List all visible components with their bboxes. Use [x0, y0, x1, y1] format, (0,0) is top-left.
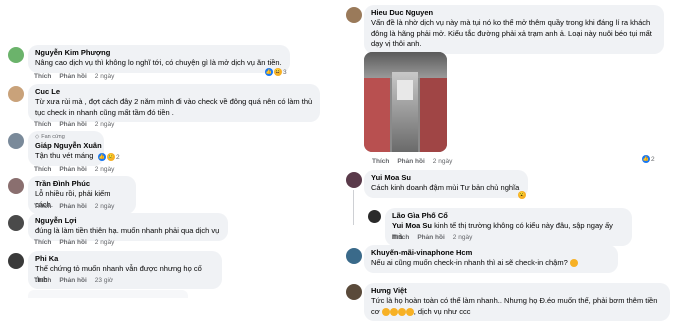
comment-bubble: Cuc Le Từ xưa rùi mà , đợt cách đây 2 nă… — [28, 84, 320, 122]
comment-text: Tức là họ hoàn toàn có thể làm nhanh.. N… — [371, 296, 658, 316]
like-reaction-icon: 👍 — [642, 155, 650, 163]
reply-link[interactable]: Phản hồi — [59, 121, 86, 128]
like-link[interactable]: Thích — [34, 166, 51, 173]
diamond-icon: ◇ — [35, 134, 40, 140]
comment-author[interactable]: Phi Ka — [35, 254, 215, 264]
avatar[interactable] — [8, 178, 24, 194]
comment-text: Nâng cao dịch vụ thì không lo nghĩ tới, … — [35, 58, 282, 67]
like-link[interactable]: Thích — [34, 121, 51, 128]
timestamp[interactable]: 2 ngày — [433, 158, 453, 165]
comment-author[interactable]: Trần Đình Phúc — [35, 179, 129, 189]
comment-bubble: Hưng Việt Tức là họ hoàn toàn có thể làm… — [364, 283, 670, 321]
like-link[interactable]: Thích — [34, 277, 51, 284]
avatar[interactable] — [346, 248, 362, 264]
comment-actions: Thích Phản hồi 2 ngày — [392, 234, 472, 241]
comment-actions: Thích Phản hồi 2 ngày — [34, 239, 114, 246]
reply-link[interactable]: Phản hồi — [417, 234, 444, 241]
comment-text: đúng là làm tiền thiên hạ. muốn nhanh ph… — [35, 226, 220, 235]
cabin-bins-right — [420, 78, 447, 152]
like-link[interactable]: Thích — [34, 239, 51, 246]
attached-photo[interactable] — [364, 52, 447, 152]
comment-author[interactable]: Khuyến-mãi-vinaphone Hcm — [371, 248, 611, 258]
comments-right-column: Hieu Duc Nguyen Vấn đề là nhờ dịch vụ nà… — [340, 0, 680, 327]
avatar[interactable] — [346, 7, 362, 23]
comment-bubble: Hieu Duc Nguyen Vấn đề là nhờ dịch vụ nà… — [364, 5, 664, 54]
timestamp[interactable]: 23 giờ — [95, 277, 113, 284]
reply-link[interactable]: Phản hồi — [397, 158, 424, 165]
comment-bubble: ◇ Fan cứng Giáp Nguyễn Xuân Tận thu vét m… — [28, 131, 104, 166]
comment-text: Nếu ai cũng muốn check-in nhanh thì ai s… — [371, 258, 611, 269]
comments-left-column: Nguyễn Kim Phượng Nâng cao dịch vụ thì k… — [0, 0, 340, 327]
avatar[interactable] — [8, 86, 24, 102]
mention-link[interactable]: Yui Moa Su — [392, 221, 432, 230]
avatar[interactable] — [8, 47, 24, 63]
like-reaction-icon: 👍 — [265, 68, 273, 76]
grin-emoji-icon — [569, 259, 578, 268]
reaction-summary[interactable]: 👍 😢 2 — [98, 153, 120, 161]
comment-author[interactable]: Cuc Le — [35, 87, 313, 97]
reply-link[interactable]: Phản hồi — [59, 73, 86, 80]
comment-actions: Thích Phản hồi 2 ngày — [34, 73, 114, 80]
avatar[interactable] — [346, 172, 362, 188]
comment-author[interactable]: Giáp Nguyễn Xuân — [35, 141, 102, 151]
comment-actions: Thích Phản hồi 2 ngày — [34, 166, 114, 173]
grimace-emoji-icon — [397, 307, 406, 316]
reply-link[interactable]: Phản hồi — [59, 203, 86, 210]
avatar[interactable] — [8, 215, 24, 231]
comment-bubble: Nguyễn Kim Phượng Nâng cao dịch vụ thì k… — [28, 45, 290, 73]
haha-reaction-icon: 😆 — [274, 68, 282, 76]
comment-text: Vấn đề là nhờ dịch vụ này mà tụi nó ko t… — [371, 18, 652, 48]
reaction-summary[interactable]: 👍 2 — [642, 155, 655, 163]
fan-badge: ◇ Fan cứng — [35, 134, 65, 140]
next-comment-fade — [28, 290, 188, 298]
like-link[interactable]: Thích — [34, 203, 51, 210]
like-link[interactable]: Thích — [34, 73, 51, 80]
reply-thread-line — [353, 190, 354, 225]
sad-reaction-icon: 😢 — [107, 153, 115, 161]
avatar[interactable] — [368, 210, 381, 223]
comment-bubble: Khuyến-mãi-vinaphone Hcm Nếu ai cũng muố… — [364, 245, 618, 273]
grimace-emoji-icon — [389, 307, 398, 316]
like-link[interactable]: Thích — [392, 234, 409, 241]
comment-author[interactable]: Nguyễn Kim Phượng — [35, 48, 283, 58]
reply-link[interactable]: Phản hồi — [59, 239, 86, 246]
timestamp[interactable]: 2 ngày — [95, 203, 115, 210]
comment-text: Tận thu vét máng — [35, 151, 94, 160]
cabin-bins-left — [364, 78, 390, 152]
comment-text: Từ xưa rùi mà , đợt cách đây 2 năm mình … — [35, 97, 313, 117]
reaction-summary[interactable]: 👍 😆 3 — [265, 68, 287, 76]
like-link[interactable]: Thích — [372, 158, 389, 165]
avatar[interactable] — [346, 284, 362, 300]
reply-link[interactable]: Phản hồi — [59, 277, 86, 284]
comment-actions: Thích Phản hồi 2 ngày — [372, 158, 452, 165]
comment-actions: Thích Phản hồi 23 giờ — [34, 277, 113, 284]
timestamp[interactable]: 2 ngày — [95, 73, 115, 80]
avatar[interactable] — [8, 253, 24, 269]
timestamp[interactable]: 2 ngày — [95, 166, 115, 173]
haha-reaction-icon: 😮 — [518, 191, 526, 199]
timestamp[interactable]: 2 ngày — [95, 239, 115, 246]
comment-bubble: Nguyễn Lợi đúng là làm tiền thiên hạ. mu… — [28, 213, 228, 241]
comment-author[interactable]: Lão Gìa Phố Cổ — [392, 211, 625, 221]
reply-link[interactable]: Phản hồi — [59, 166, 86, 173]
like-reaction-icon: 👍 — [98, 153, 106, 161]
grimace-emoji-icon — [405, 307, 414, 316]
comment-bubble: Yui Moa Su Cách kinh doanh đậm mùi Tư bả… — [364, 170, 528, 198]
comment-actions: Thích Phản hồi 2 ngày — [34, 121, 114, 128]
reaction-summary[interactable]: 😮 — [518, 191, 526, 199]
comment-author[interactable]: Nguyễn Lợi — [35, 216, 221, 226]
comment-author[interactable]: Hưng Việt — [371, 286, 663, 296]
cabin-light — [397, 80, 413, 100]
timestamp[interactable]: 2 ngày — [95, 121, 115, 128]
comment-author[interactable]: Hieu Duc Nguyen — [371, 8, 657, 18]
timestamp[interactable]: 2 ngày — [453, 234, 473, 241]
avatar[interactable] — [8, 133, 24, 149]
comment-text: Cách kinh doanh đậm mùi Tư bản chủ nghĩa — [371, 183, 520, 192]
grimace-emoji-icon — [381, 307, 390, 316]
comment-author[interactable]: Yui Moa Su — [371, 173, 521, 183]
comment-actions: Thích Phản hồi 2 ngày — [34, 203, 114, 210]
